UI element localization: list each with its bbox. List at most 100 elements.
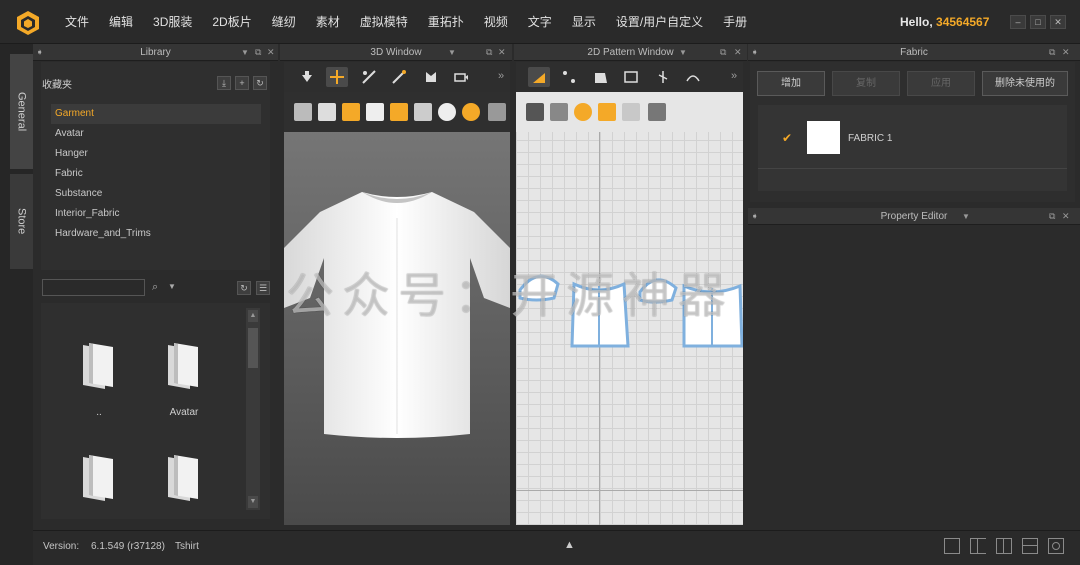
undock-icon[interactable]: ⧉ xyxy=(486,44,492,61)
fabric-item[interactable]: ✔ FABRIC 1 xyxy=(758,105,1067,169)
layout-three-icon[interactable] xyxy=(996,538,1012,554)
scroll-thumb[interactable] xyxy=(248,328,258,368)
folder-icon[interactable] xyxy=(164,341,204,391)
layout-custom-icon[interactable] xyxy=(1048,538,1064,554)
chevron-down-icon[interactable]: ▼ xyxy=(962,208,970,225)
library-search-input[interactable] xyxy=(42,279,145,296)
add-icon[interactable]: + xyxy=(235,76,249,90)
library-item-substance[interactable]: Substance xyxy=(51,184,261,204)
close-window-button[interactable]: ✕ xyxy=(1050,15,1066,29)
close-icon[interactable]: ✕ xyxy=(1062,208,1070,225)
avatar-icon[interactable] xyxy=(366,103,384,121)
close-icon[interactable]: ✕ xyxy=(734,44,742,61)
menu-video[interactable]: 视频 xyxy=(474,0,518,44)
pattern-display-icon[interactable] xyxy=(526,103,544,121)
maximize-button[interactable]: □ xyxy=(1030,15,1046,29)
menu-manual[interactable]: 手册 xyxy=(713,0,757,44)
layout-split-icon[interactable] xyxy=(970,538,986,554)
transform-pattern-icon[interactable] xyxy=(528,67,550,87)
folder-icon[interactable] xyxy=(79,341,119,391)
apply-fabric-button[interactable]: 应用 xyxy=(907,71,975,96)
export-2d-icon[interactable] xyxy=(648,103,666,121)
copy-fabric-button[interactable]: 复制 xyxy=(832,71,900,96)
menu-settings[interactable]: 设置/用户自定义 xyxy=(606,0,713,44)
refresh-icon[interactable]: ↻ xyxy=(253,76,267,90)
chevron-down-icon[interactable]: ▼ xyxy=(241,44,249,61)
library-item-fabric[interactable]: Fabric xyxy=(51,164,261,184)
tab-store[interactable]: Store xyxy=(10,174,33,269)
delete-unused-button[interactable]: 删除未使用的 xyxy=(982,71,1068,96)
polygon-icon[interactable] xyxy=(590,67,612,87)
menu-edit[interactable]: 编辑 xyxy=(99,0,143,44)
texture-2d-icon[interactable] xyxy=(574,103,592,121)
undock-icon[interactable]: ⧉ xyxy=(1049,44,1055,61)
close-icon[interactable]: ✕ xyxy=(1062,44,1070,61)
scroll-down-icon[interactable]: ▼ xyxy=(248,496,258,508)
globe-icon[interactable] xyxy=(462,103,480,121)
menu-avatar[interactable]: 虚拟模特 xyxy=(350,0,418,44)
rectangle-icon[interactable] xyxy=(620,67,642,87)
edit-pin-icon[interactable] xyxy=(388,67,410,87)
garment-display-icon[interactable] xyxy=(318,103,336,121)
layout-single-icon[interactable] xyxy=(944,538,960,554)
tab-general[interactable]: General xyxy=(10,54,33,169)
tshirt-3d-model[interactable] xyxy=(284,188,510,448)
undock-icon[interactable]: ⧉ xyxy=(1049,208,1055,225)
menu-3d-garment[interactable]: 3D服装 xyxy=(143,0,202,44)
library-scrollbar[interactable]: ▲ ▼ xyxy=(246,308,260,510)
check-icon[interactable]: ✔ xyxy=(782,131,792,145)
folder-icon[interactable] xyxy=(79,453,119,503)
transform-icon[interactable] xyxy=(326,67,348,87)
fold-icon[interactable] xyxy=(420,67,442,87)
viewport-2d[interactable] xyxy=(516,92,743,525)
select-mesh-icon[interactable] xyxy=(358,67,380,87)
avatar-display-icon[interactable] xyxy=(294,103,312,121)
scroll-up-icon[interactable]: ▲ xyxy=(248,310,258,322)
layout-quad-icon[interactable] xyxy=(1022,538,1038,554)
more-tools-icon[interactable]: » xyxy=(731,70,737,82)
more-tools-icon[interactable]: » xyxy=(498,70,504,82)
menu-sewing[interactable]: 缝纫 xyxy=(262,0,306,44)
search-icon[interactable]: ⌕ xyxy=(152,281,158,294)
edit-point-icon[interactable] xyxy=(558,67,580,87)
internal-line-icon[interactable] xyxy=(652,67,674,87)
undock-icon[interactable]: ⧉ xyxy=(720,44,726,61)
export-icon[interactable] xyxy=(488,103,506,121)
library-item-garment[interactable]: Garment xyxy=(51,104,261,124)
refresh-files-icon[interactable]: ↻ xyxy=(237,281,251,295)
menu-file[interactable]: 文件 xyxy=(55,0,99,44)
measure-icon[interactable] xyxy=(450,67,472,87)
avatar-head-icon[interactable] xyxy=(438,103,456,121)
library-item-interior-fabric[interactable]: Interior_Fabric xyxy=(51,204,261,224)
folder-icon[interactable] xyxy=(164,453,204,503)
sewing-icon[interactable] xyxy=(682,67,704,87)
search-options-chevron-icon[interactable]: ▼ xyxy=(168,282,176,291)
fold-display-icon[interactable] xyxy=(414,103,432,121)
library-item-avatar[interactable]: Avatar xyxy=(51,124,261,144)
menu-text[interactable]: 文字 xyxy=(518,0,562,44)
library-item-hanger[interactable]: Hanger xyxy=(51,144,261,164)
fabric-display-icon[interactable] xyxy=(390,103,408,121)
pattern-pieces[interactable] xyxy=(516,264,743,354)
chevron-down-icon[interactable]: ▼ xyxy=(679,44,687,61)
viewport-3d[interactable] xyxy=(284,92,510,525)
undock-icon[interactable]: ⧉ xyxy=(255,44,261,61)
texture-display-icon[interactable] xyxy=(342,103,360,121)
fold-2d-icon[interactable] xyxy=(622,103,640,121)
garment-outline-icon[interactable] xyxy=(550,103,568,121)
close-icon[interactable]: ✕ xyxy=(498,44,506,61)
username[interactable]: 34564567 xyxy=(936,15,989,29)
import-icon[interactable]: ⤓ xyxy=(217,76,231,90)
list-view-icon[interactable]: ☰ xyxy=(256,281,270,295)
fabric-2d-icon[interactable] xyxy=(598,103,616,121)
select-move-icon[interactable] xyxy=(296,67,318,87)
close-icon[interactable]: ✕ xyxy=(267,44,275,61)
chevron-down-icon[interactable]: ▼ xyxy=(448,44,456,61)
menu-display[interactable]: 显示 xyxy=(562,0,606,44)
menu-materials[interactable]: 素材 xyxy=(306,0,350,44)
expand-up-icon[interactable]: ▲ xyxy=(564,539,575,551)
menu-2d-pattern[interactable]: 2D板片 xyxy=(202,0,261,44)
menu-retopology[interactable]: 重拓扑 xyxy=(418,0,474,44)
add-fabric-button[interactable]: 增加 xyxy=(757,71,825,96)
library-item-hardware-trims[interactable]: Hardware_and_Trims xyxy=(51,224,261,244)
